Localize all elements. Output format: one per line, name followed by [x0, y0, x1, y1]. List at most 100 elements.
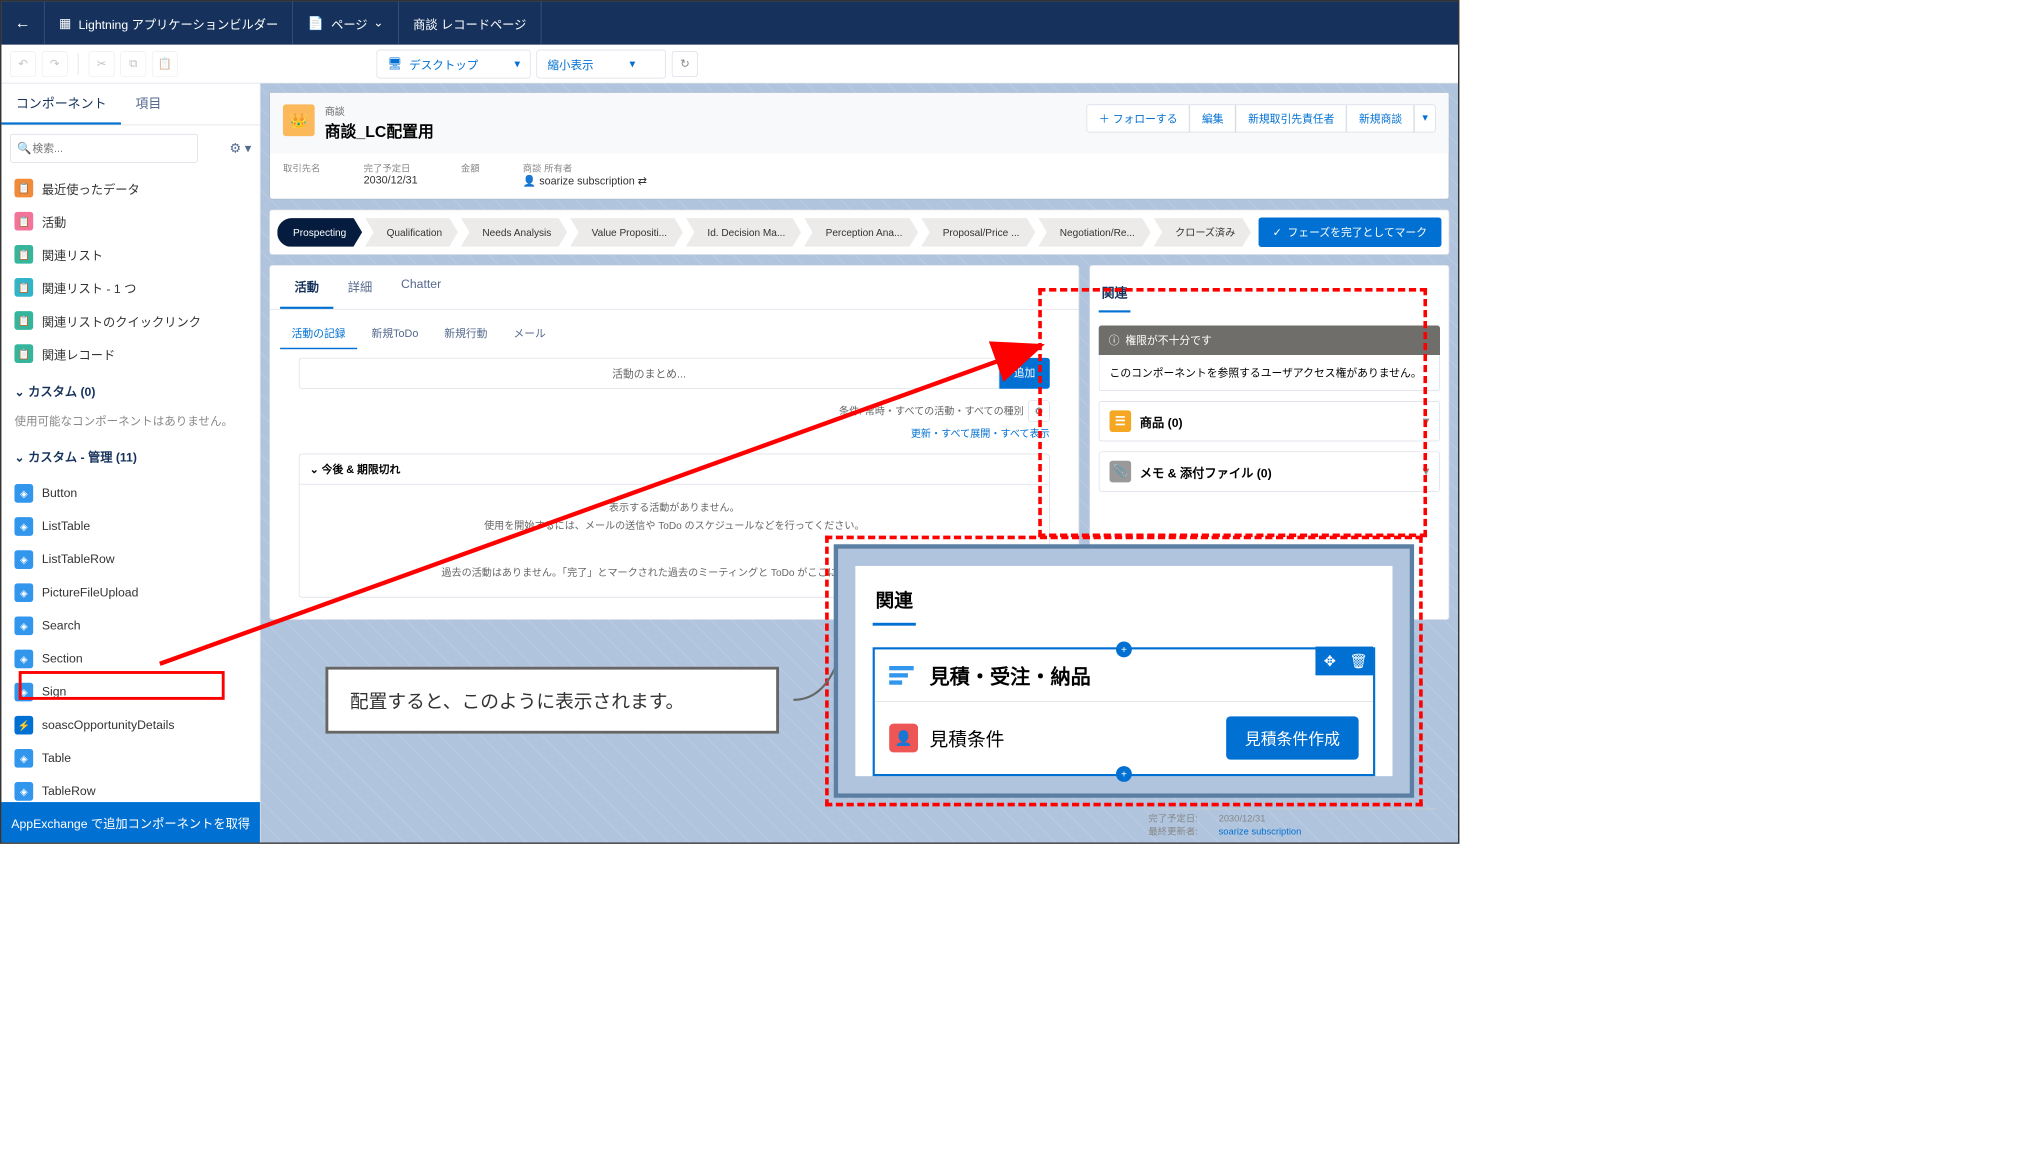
tab-components[interactable]: コンポーネント [1, 84, 121, 125]
amount-label: 金額 [461, 161, 480, 175]
soasc-logo-icon [889, 666, 913, 685]
palette-item[interactable]: 📋関連レコード [1, 337, 259, 370]
palette-label: soascOpportunityDetails [42, 718, 175, 732]
palette-item[interactable]: 📋最近使ったデータ [1, 171, 259, 204]
palette-item-picturefileupload[interactable]: ◈PictureFileUpload [1, 576, 259, 609]
path-stage[interactable]: Needs Analysis [461, 218, 567, 247]
component-icon: ⚡ [14, 716, 33, 735]
palette-item-tablerow[interactable]: ◈ TableRow [1, 775, 259, 802]
object-label: 商談 [325, 104, 434, 118]
refresh-button[interactable]: ↻ [672, 51, 698, 77]
tab-activity[interactable]: 活動 [280, 266, 333, 309]
page-menu[interactable]: 📄 ページ ⌄ [293, 1, 398, 44]
owner-value[interactable]: 👤 soarize subscription ⇄ [523, 175, 647, 187]
mark-complete-button[interactable]: ✓ フェーズを完了としてマーク [1258, 217, 1441, 247]
inset-tab-related[interactable]: 関連 [873, 580, 916, 625]
path-stage[interactable]: Negotiation/Re... [1038, 218, 1151, 247]
follow-button[interactable]: ＋ フォローする [1087, 104, 1190, 132]
subtab-event[interactable]: 新規行動 [433, 318, 499, 349]
tab-chatter[interactable]: Chatter [387, 266, 456, 309]
chevron-down-icon[interactable]: ▾ [1423, 414, 1429, 428]
empty-line2: 使用を開始するには、メールの送信や ToDo のスケジュールなどを行ってください… [314, 517, 1035, 535]
appexchange-button[interactable]: AppExchange で追加コンポーネントを取得 [1, 802, 259, 842]
new-contact-button[interactable]: 新規取引先責任者 [1236, 104, 1347, 132]
palette-item-listtablerow[interactable]: ◈ListTableRow [1, 543, 259, 576]
path: ProspectingQualificationNeeds AnalysisVa… [269, 210, 1449, 255]
chevron-down-icon[interactable]: ▾ [1423, 464, 1429, 478]
palette-item[interactable]: 📋関連リスト [1, 238, 259, 271]
permission-warning-body: このコンポーネントを参照するユーザアクセス権がありません。 [1099, 355, 1440, 391]
component-icon: ◈ [14, 649, 33, 668]
page-menu-label: ページ [331, 14, 367, 32]
palette-item-listtable[interactable]: ◈ListTable [1, 510, 259, 543]
palette-item-sign[interactable]: ◈Sign [1, 675, 259, 708]
tab-detail[interactable]: 詳細 [333, 266, 386, 309]
move-icon[interactable]: ✥ [1315, 647, 1344, 676]
cut-button[interactable]: ✂ [89, 51, 115, 77]
related-products[interactable]: ☰ 商品 (0)▾ [1099, 401, 1440, 441]
tab-fields[interactable]: 項目 [121, 84, 176, 125]
copy-button[interactable]: ⧉ [120, 51, 146, 77]
inset-preview: 関連 ✥ 🗑 + + 見積・受注・納品 👤 見積条件 見積条件作成 [834, 544, 1414, 797]
zoom-select[interactable]: 縮小表示 ▾ [537, 49, 667, 78]
component-icon: 📋 [14, 311, 33, 330]
path-stage[interactable]: クローズ済み [1154, 218, 1251, 247]
section-managed[interactable]: ⌄ カスタム - 管理 (11) [1, 436, 259, 477]
drag-handle-bottom[interactable]: + [1116, 766, 1132, 782]
edit-button[interactable]: 編集 [1190, 104, 1236, 132]
path-stage[interactable]: Qualification [365, 218, 458, 247]
back-button[interactable]: ← [1, 1, 44, 44]
filter-links[interactable]: 更新・すべて展開・すべて表示 [270, 425, 1079, 448]
palette-item[interactable]: 📋関連リスト - 1 つ [1, 271, 259, 304]
path-stage[interactable]: Perception Ana... [804, 218, 918, 247]
related-notes[interactable]: 📎 メモ & 添付ファイル (0)▾ [1099, 451, 1440, 491]
filter-text: 条件: 常時・すべての活動・すべての種別 [839, 404, 1024, 418]
create-quote-button[interactable]: 見積条件作成 [1226, 716, 1358, 759]
component-toolbar: ✥ 🗑 [1315, 647, 1373, 676]
path-stage[interactable]: Value Propositi... [570, 218, 683, 247]
palette-label: Sign [42, 685, 67, 699]
section-custom[interactable]: ⌄ カスタム (0) [1, 370, 259, 411]
search-input[interactable] [10, 134, 198, 163]
path-stage[interactable]: Prospecting [277, 218, 362, 247]
component-icon: ◈ [14, 583, 33, 602]
component-icon: ◈ [14, 749, 33, 768]
palette-item-soascopportunitydetails[interactable]: ⚡ soascOpportunityDetails [1, 708, 259, 741]
upcoming-header[interactable]: ⌄ 今後 & 期限切れ [300, 454, 1050, 484]
undo-button[interactable]: ↶ [10, 51, 36, 77]
palette-item[interactable]: 📋活動 [1, 204, 259, 237]
palette-item-button[interactable]: ◈Button [1, 477, 259, 510]
new-opp-button[interactable]: 新規商談 [1347, 104, 1415, 132]
activity-summary-input[interactable]: 活動のまとめ... [299, 358, 1000, 389]
add-button[interactable]: 追加 [999, 358, 1049, 389]
permission-warning-header: ⓘ 権限が不十分です [1099, 325, 1440, 355]
chevron-down-icon: ▾ [630, 57, 636, 71]
subtab-mail[interactable]: メール [502, 318, 557, 349]
path-stage[interactable]: Proposal/Price ... [921, 218, 1035, 247]
drag-handle-top[interactable]: + [1116, 642, 1132, 658]
component-icon: ◈ [14, 782, 33, 801]
palette-item-section[interactable]: ◈Section [1, 642, 259, 675]
palette-label: 関連リストのクイックリンク [42, 311, 201, 329]
component-icon: ◈ [14, 517, 33, 536]
inset-component[interactable]: ✥ 🗑 + + 見積・受注・納品 👤 見積条件 見積条件作成 [873, 647, 1376, 776]
device-select[interactable]: 🖥 デスクトップ ▾ [377, 49, 531, 78]
component-icon: 📋 [14, 278, 33, 297]
path-stage[interactable]: Id. Decision Ma... [686, 218, 801, 247]
palette-item[interactable]: 📋 関連リストのクイックリンク [1, 304, 259, 337]
subtab-log[interactable]: 活動の記録 [280, 318, 357, 349]
palette-label: 関連リスト [42, 245, 103, 263]
redo-button[interactable]: ↷ [42, 51, 68, 77]
palette-label: TableRow [42, 784, 96, 798]
delete-icon[interactable]: 🗑 [1344, 647, 1373, 676]
filter-gear-icon[interactable]: ⚙ [1028, 400, 1050, 422]
page-title: 商談 レコードページ [399, 1, 542, 44]
subtab-todo[interactable]: 新規ToDo [360, 318, 430, 349]
more-actions-button[interactable]: ▾ [1414, 104, 1435, 132]
tab-related[interactable]: 関連 [1099, 274, 1131, 312]
gear-icon[interactable]: ⚙ ▾ [230, 141, 252, 156]
paste-button[interactable]: 📋 [152, 51, 178, 77]
palette-item-search[interactable]: ◈Search [1, 609, 259, 642]
owner-label: 商談 所有者 [523, 161, 647, 175]
palette-item-table[interactable]: ◈Table [1, 742, 259, 775]
